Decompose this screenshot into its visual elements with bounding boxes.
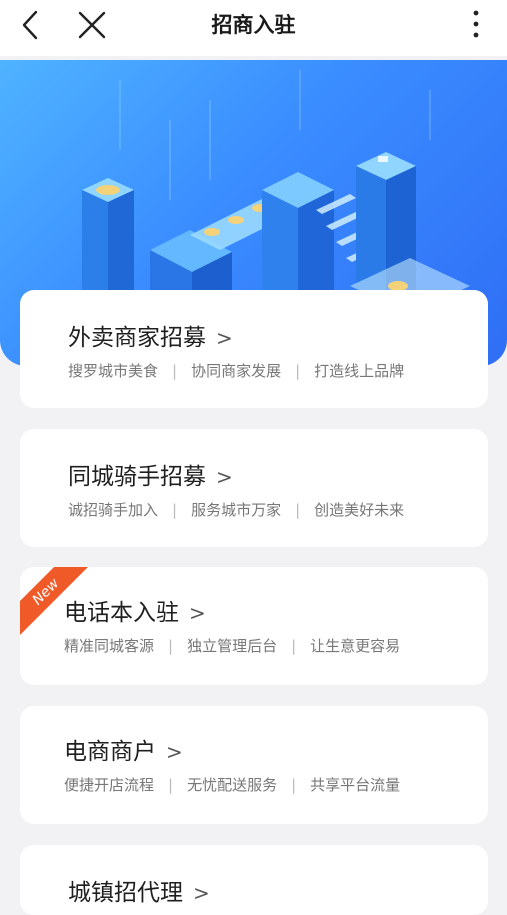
card-town-agent[interactable]: 城镇招代理 > — [20, 845, 488, 915]
page-title: 招商入驻 — [211, 13, 296, 37]
chevron-right-icon: > — [193, 881, 210, 905]
card-tag: 搜罗城市美食 — [68, 362, 159, 380]
card-tag: 无忧配送服务 — [187, 776, 278, 794]
card-tag: 打造线上品牌 — [314, 362, 405, 380]
card-tag: 共享平台流量 — [310, 776, 401, 794]
chevron-right-icon: > — [216, 326, 233, 350]
card-rider-recruit[interactable]: 同城骑手招募 > 诚招骑手加入 | 服务城市万家 | 创造美好未来 — [20, 429, 488, 547]
tag-separator: | — [168, 637, 174, 655]
chevron-right-icon: > — [216, 465, 233, 489]
card-takeaway-merchant[interactable]: 外卖商家招募 > 搜罗城市美食 | 协同商家发展 | 打造线上品牌 — [20, 290, 488, 408]
more-vertical-icon[interactable] — [466, 8, 486, 42]
tag-separator: | — [168, 776, 174, 794]
card-title: 电商商户 — [64, 739, 156, 765]
tag-separator: | — [295, 362, 301, 380]
tag-separator: | — [291, 776, 297, 794]
card-title: 城镇招代理 — [68, 880, 183, 906]
chevron-right-icon: > — [166, 740, 183, 764]
chevron-right-icon: > — [189, 601, 206, 625]
card-tag: 服务城市万家 — [191, 501, 282, 519]
top-navigation-bar: 招商入驻 — [0, 0, 507, 56]
card-tag: 诚招骑手加入 — [68, 501, 159, 519]
tag-separator: | — [172, 362, 178, 380]
card-tag: 协同商家发展 — [191, 362, 282, 380]
card-tag: 便捷开店流程 — [64, 776, 155, 794]
card-title: 外卖商家招募 — [68, 325, 206, 351]
tag-separator: | — [172, 501, 178, 519]
tag-separator: | — [291, 637, 297, 655]
tag-separator: | — [295, 501, 301, 519]
card-phonebook[interactable]: New 电话本入驻 > 精准同城客源 | 独立管理后台 | 让生意更容易 — [20, 567, 488, 685]
card-title: 同城骑手招募 — [68, 464, 206, 490]
card-title: 电话本入驻 — [64, 600, 179, 626]
card-tag: 创造美好未来 — [314, 501, 405, 519]
card-tag: 让生意更容易 — [310, 637, 401, 655]
card-ecommerce-merchant[interactable]: 电商商户 > 便捷开店流程 | 无忧配送服务 | 共享平台流量 — [20, 706, 488, 824]
card-tag: 精准同城客源 — [64, 637, 155, 655]
card-tag: 独立管理后台 — [187, 637, 278, 655]
